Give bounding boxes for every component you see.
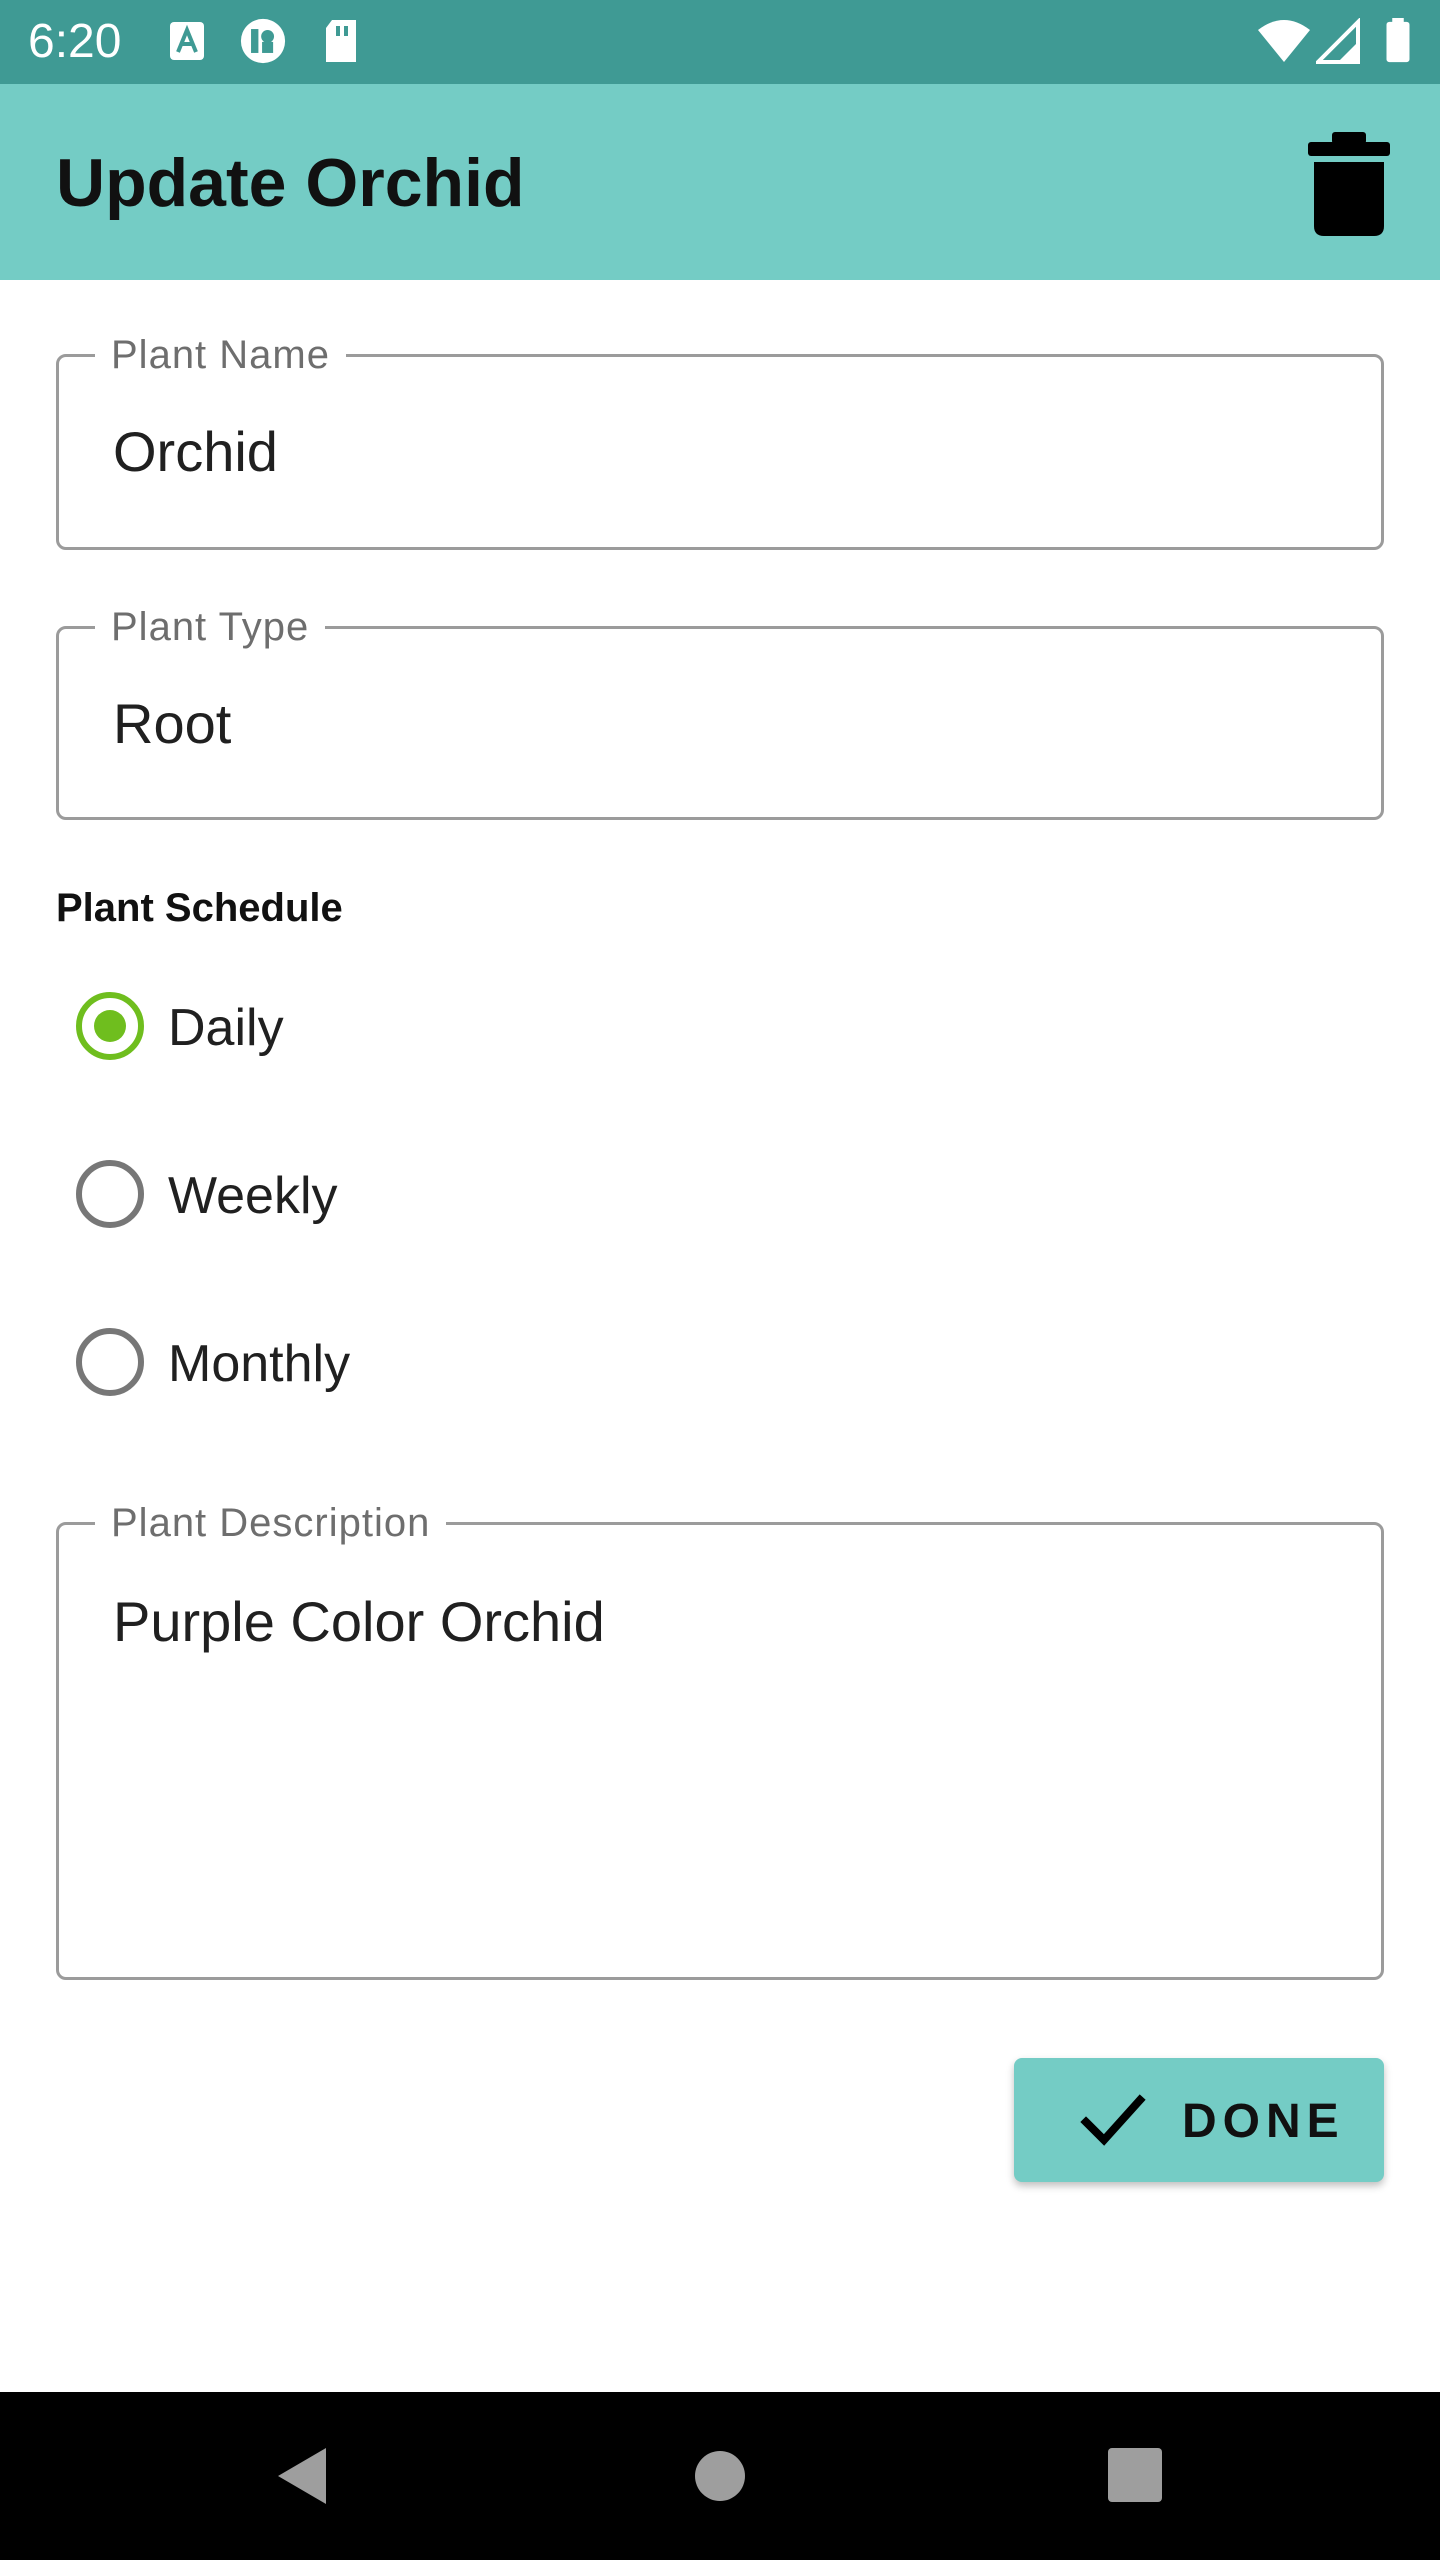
done-button-label: DONE — [1182, 2095, 1345, 2148]
radio-daily-label: Daily — [168, 999, 284, 1057]
recents-icon[interactable] — [1108, 2448, 1162, 2502]
radio-daily-indicator[interactable] — [76, 992, 144, 1060]
radio-weekly[interactable]: Weekly — [56, 1134, 656, 1254]
a-box-icon — [170, 22, 204, 60]
status-bar: 6:20 — [0, 0, 1440, 84]
plant-type-field[interactable]: Plant Type Root — [56, 605, 1384, 820]
plant-name-label: Plant Name — [95, 333, 346, 377]
wifi-icon — [1258, 20, 1310, 62]
plant-name-field[interactable]: Plant Name Orchid — [56, 333, 1384, 550]
radio-daily[interactable]: Daily — [56, 966, 656, 1086]
radio-monthly[interactable]: Monthly — [56, 1302, 656, 1422]
plant-type-label: Plant Type — [95, 605, 326, 649]
done-button[interactable]: DONE — [1014, 2058, 1384, 2182]
plant-description-field[interactable]: Plant Description Purple Color Orchid — [56, 1501, 1384, 1980]
radio-monthly-indicator[interactable] — [76, 1328, 144, 1396]
app-bar: Update Orchid — [0, 84, 1440, 280]
home-icon[interactable] — [694, 2450, 746, 2502]
trash-icon[interactable] — [1304, 130, 1394, 238]
page-title: Update Orchid — [56, 145, 525, 221]
plant-schedule-title: Plant Schedule — [56, 886, 343, 930]
radio-weekly-indicator[interactable] — [76, 1160, 144, 1228]
radio-weekly-label: Weekly — [168, 1167, 338, 1225]
radio-monthly-label: Monthly — [168, 1335, 351, 1393]
sd-card-icon — [326, 20, 356, 62]
plant-type-value[interactable]: Root — [113, 691, 231, 756]
plant-name-value[interactable]: Orchid — [113, 419, 278, 484]
navigation-bar — [0, 2392, 1440, 2560]
plant-description-label: Plant Description — [95, 1501, 447, 1545]
status-time: 6:20 — [28, 15, 122, 68]
circle-badge-icon — [240, 18, 286, 64]
check-icon — [1080, 2094, 1146, 2146]
battery-icon — [1386, 18, 1410, 63]
back-icon[interactable] — [274, 2444, 330, 2508]
cell-signal-icon — [1316, 18, 1360, 64]
plant-description-value[interactable]: Purple Color Orchid — [113, 1589, 605, 1654]
